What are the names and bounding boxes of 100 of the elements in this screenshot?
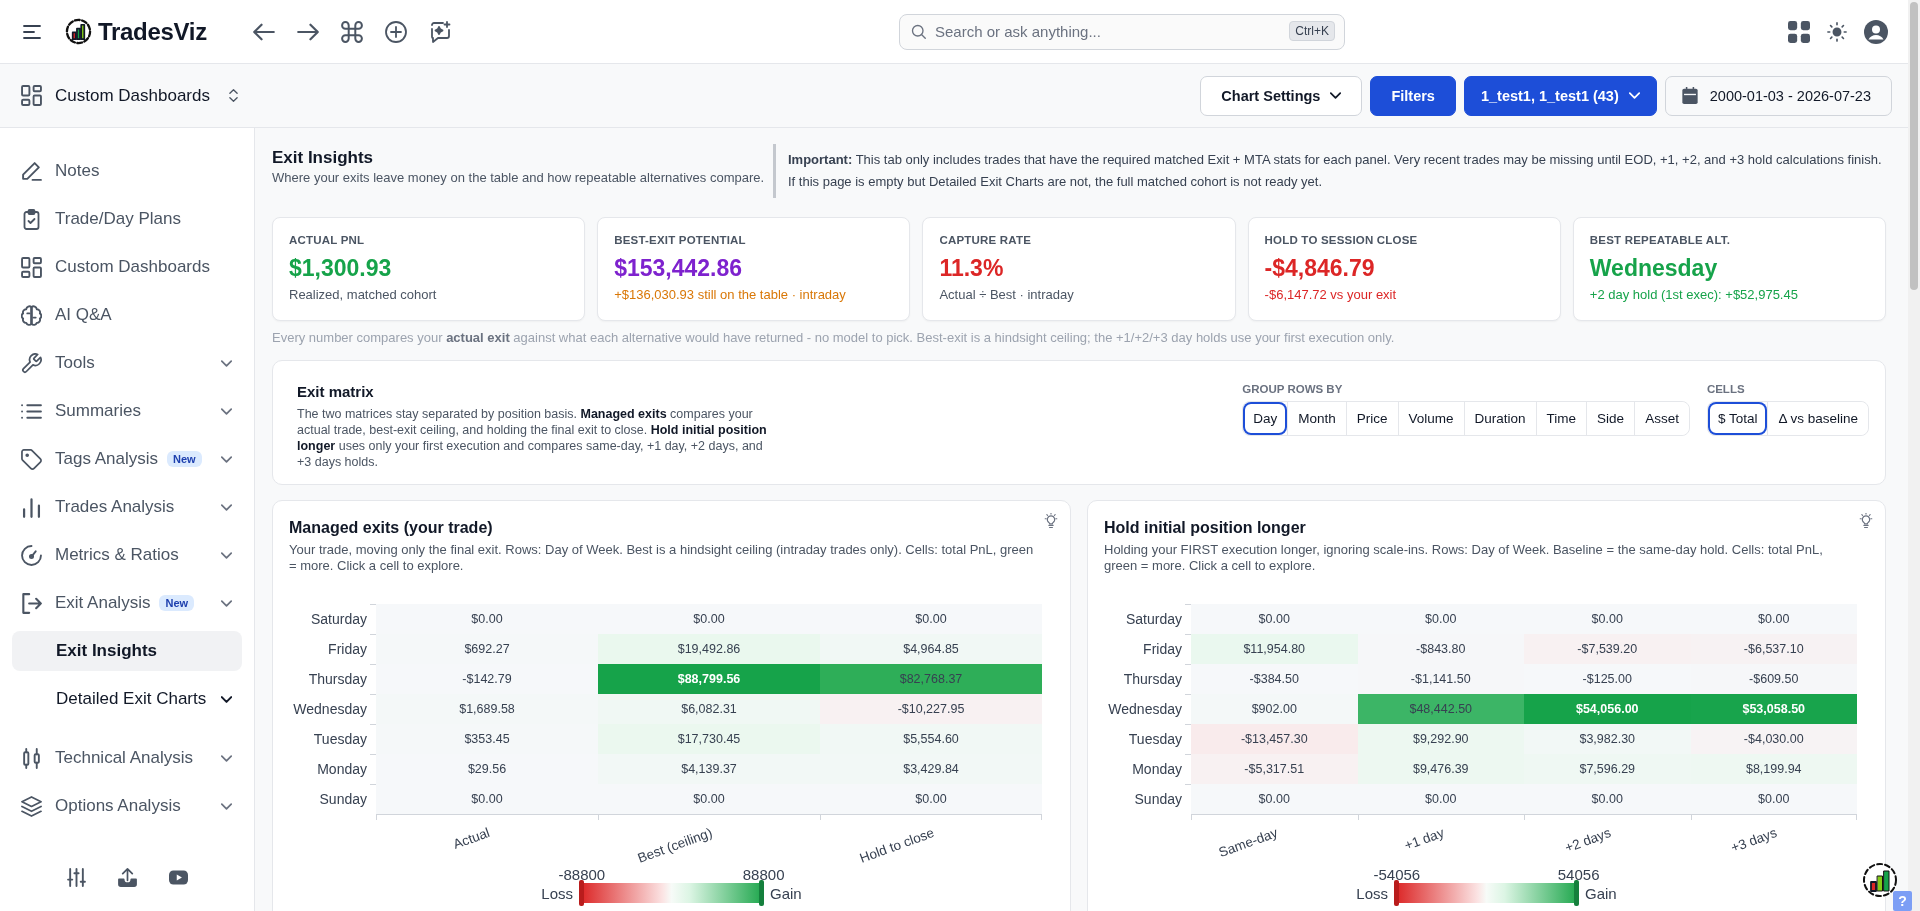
panel-title: Managed exits (your trade) [289, 519, 493, 537]
heatmap-cell[interactable]: $5,554.60 [820, 724, 1042, 754]
heatmap-cell[interactable]: $353.45 [376, 724, 598, 754]
sidebar-item[interactable]: Custom Dashboards [12, 247, 242, 287]
heatmap-cell[interactable]: -$609.50 [1690, 664, 1857, 694]
sliders-icon[interactable] [66, 868, 86, 887]
heatmap-cell[interactable]: $9,476.39 [1357, 754, 1524, 784]
logo-text[interactable]: TradesViz [98, 17, 207, 46]
plus-circle-icon[interactable] [384, 20, 407, 43]
heatmap-cell[interactable]: $0.00 [820, 604, 1042, 634]
heatmap-cell[interactable]: -$10,227.95 [820, 694, 1042, 724]
heatmap-cell[interactable]: $0.00 [598, 784, 820, 814]
heatmap-cell[interactable]: $9,292.90 [1357, 724, 1524, 754]
heatmap-cell[interactable]: $0.00 [376, 784, 598, 814]
chat-sparkle-icon[interactable] [428, 20, 451, 43]
sidebar-item[interactable]: Summaries [12, 391, 242, 431]
logo-icon[interactable] [65, 18, 92, 45]
cells-option[interactable]: Δ vs baseline [1767, 402, 1868, 435]
heatmap-cell[interactable]: $17,730.45 [598, 724, 820, 754]
heatmap-cell[interactable]: $0.00 [1690, 604, 1857, 634]
range-handle[interactable] [1574, 880, 1579, 906]
lightbulb-icon[interactable] [1859, 513, 1873, 529]
group-by-option[interactable]: Asset [1634, 402, 1689, 435]
heatmap-cell[interactable]: -$142.79 [376, 664, 598, 694]
back-arrow-icon[interactable] [252, 20, 275, 43]
heatmap-cell[interactable]: $4,964.85 [820, 634, 1042, 664]
heatmap-cell[interactable]: $48,442.50 [1357, 694, 1524, 724]
row-label: Sunday [289, 784, 376, 814]
heatmap-cell[interactable]: $0.00 [376, 604, 598, 634]
heatmap-cell[interactable]: $82,768.37 [820, 664, 1042, 694]
heatmap-cell[interactable]: $29.56 [376, 754, 598, 784]
cells-option[interactable]: $ Total [1707, 402, 1768, 435]
sidebar-item[interactable]: Trade/Day Plans [12, 199, 242, 239]
sidebar-item[interactable]: Options Analysis [12, 786, 242, 826]
command-icon[interactable] [340, 20, 363, 43]
heatmap-cell[interactable]: $0.00 [1191, 604, 1358, 634]
heatmap-cell[interactable]: $3,429.84 [820, 754, 1042, 784]
date-range-picker[interactable]: 2000-01-03 - 2026-07-23 [1664, 75, 1892, 116]
group-by-option[interactable]: Day [1243, 402, 1288, 435]
menu-icon[interactable] [23, 24, 41, 39]
heatmap-cell[interactable]: -$7,539.20 [1524, 634, 1691, 664]
heatmap-cell[interactable]: $0.00 [1191, 784, 1358, 814]
sidebar-item[interactable]: Exit Analysis New [12, 583, 242, 623]
heatmap-cell[interactable]: $0.00 [1524, 784, 1691, 814]
stat-value: $153,442.86 [614, 255, 743, 282]
sidebar-item[interactable]: Tools [12, 343, 242, 383]
heatmap-cell[interactable]: $0.00 [1357, 604, 1524, 634]
stat-value: $1,300.93 [289, 255, 392, 282]
heatmap-cell[interactable]: -$13,457.30 [1191, 724, 1358, 754]
sidebar-item[interactable]: Notes [12, 151, 242, 191]
sidebar-item[interactable]: Exit Insights [12, 631, 242, 671]
heatmap-cell[interactable]: $0.00 [598, 604, 820, 634]
heatmap-cell[interactable]: $4,139.37 [598, 754, 820, 784]
bar-chart-badge-icon[interactable] [1862, 862, 1898, 898]
sidebar-item[interactable]: Detailed Exit Charts [12, 679, 242, 719]
sidebar-item[interactable]: Trades Analysis [12, 487, 242, 527]
sidebar-item[interactable]: Tags Analysis New [12, 439, 242, 479]
range-handle[interactable] [1394, 880, 1399, 906]
heatmap-cell[interactable]: $1,689.58 [376, 694, 598, 724]
range-handle[interactable] [579, 880, 584, 906]
heatmap-cell[interactable]: $8,199.94 [1690, 754, 1857, 784]
heatmap-cell[interactable]: $7,596.29 [1524, 754, 1691, 784]
heatmap-cell[interactable]: $0.00 [1690, 784, 1857, 814]
upload-icon[interactable] [117, 868, 137, 887]
heatmap-cell[interactable]: $0.00 [1524, 604, 1691, 634]
heatmap-cell[interactable]: -$125.00 [1524, 664, 1691, 694]
filters-button[interactable]: Filters [1370, 75, 1456, 116]
heatmap-cell[interactable]: -$1,141.50 [1357, 664, 1524, 694]
heatmap-cell[interactable]: -$6,537.10 [1690, 634, 1857, 664]
heatmap-cell[interactable]: $3,982.30 [1524, 724, 1691, 754]
sidebar-item[interactable]: Metrics & Ratios [12, 535, 242, 575]
forward-arrow-icon[interactable] [296, 20, 319, 43]
heatmap-cell[interactable]: $692.27 [376, 634, 598, 664]
heatmap-cell[interactable]: -$384.50 [1191, 664, 1358, 694]
shortcut-key: Ctrl+K [1289, 20, 1335, 41]
user-avatar-icon[interactable] [1864, 19, 1888, 44]
sun-icon[interactable] [1827, 21, 1847, 42]
heatmap-cell[interactable]: $19,492.86 [598, 634, 820, 664]
heatmap-cell[interactable]: -$4,030.00 [1690, 724, 1857, 754]
scrollbar-thumb[interactable] [1910, 2, 1918, 290]
dashboard-selector[interactable]: Custom Dashboards [21, 85, 238, 106]
chevron-down-icon [221, 503, 232, 511]
account-select-button[interactable]: 1_test1, 1_test1 (43) [1463, 75, 1657, 116]
heatmap-cell[interactable]: $11,954.80 [1191, 634, 1358, 664]
heatmap-cell[interactable]: -$5,317.51 [1191, 754, 1358, 784]
sidebar-item[interactable]: AI Q&A [12, 295, 242, 335]
heatmap-cell[interactable]: $902.00 [1191, 694, 1358, 724]
heatmap-cell[interactable]: $0.00 [820, 784, 1042, 814]
scrollbar-track[interactable] [1908, 0, 1920, 911]
chart-settings-button[interactable]: Chart Settings [1200, 75, 1363, 116]
apps-grid-icon[interactable] [1788, 20, 1810, 43]
lightbulb-icon[interactable] [1044, 513, 1058, 529]
row-label: Monday [1104, 754, 1191, 784]
heatmap-cell[interactable]: -$843.80 [1357, 634, 1524, 664]
sidebar-item[interactable]: Technical Analysis [12, 738, 242, 778]
chevron-down-icon [221, 455, 232, 463]
video-play-icon[interactable] [168, 868, 188, 887]
heatmap-cell[interactable]: $0.00 [1357, 784, 1524, 814]
range-handle[interactable] [759, 880, 764, 906]
heatmap-cell[interactable]: $6,082.31 [598, 694, 820, 724]
